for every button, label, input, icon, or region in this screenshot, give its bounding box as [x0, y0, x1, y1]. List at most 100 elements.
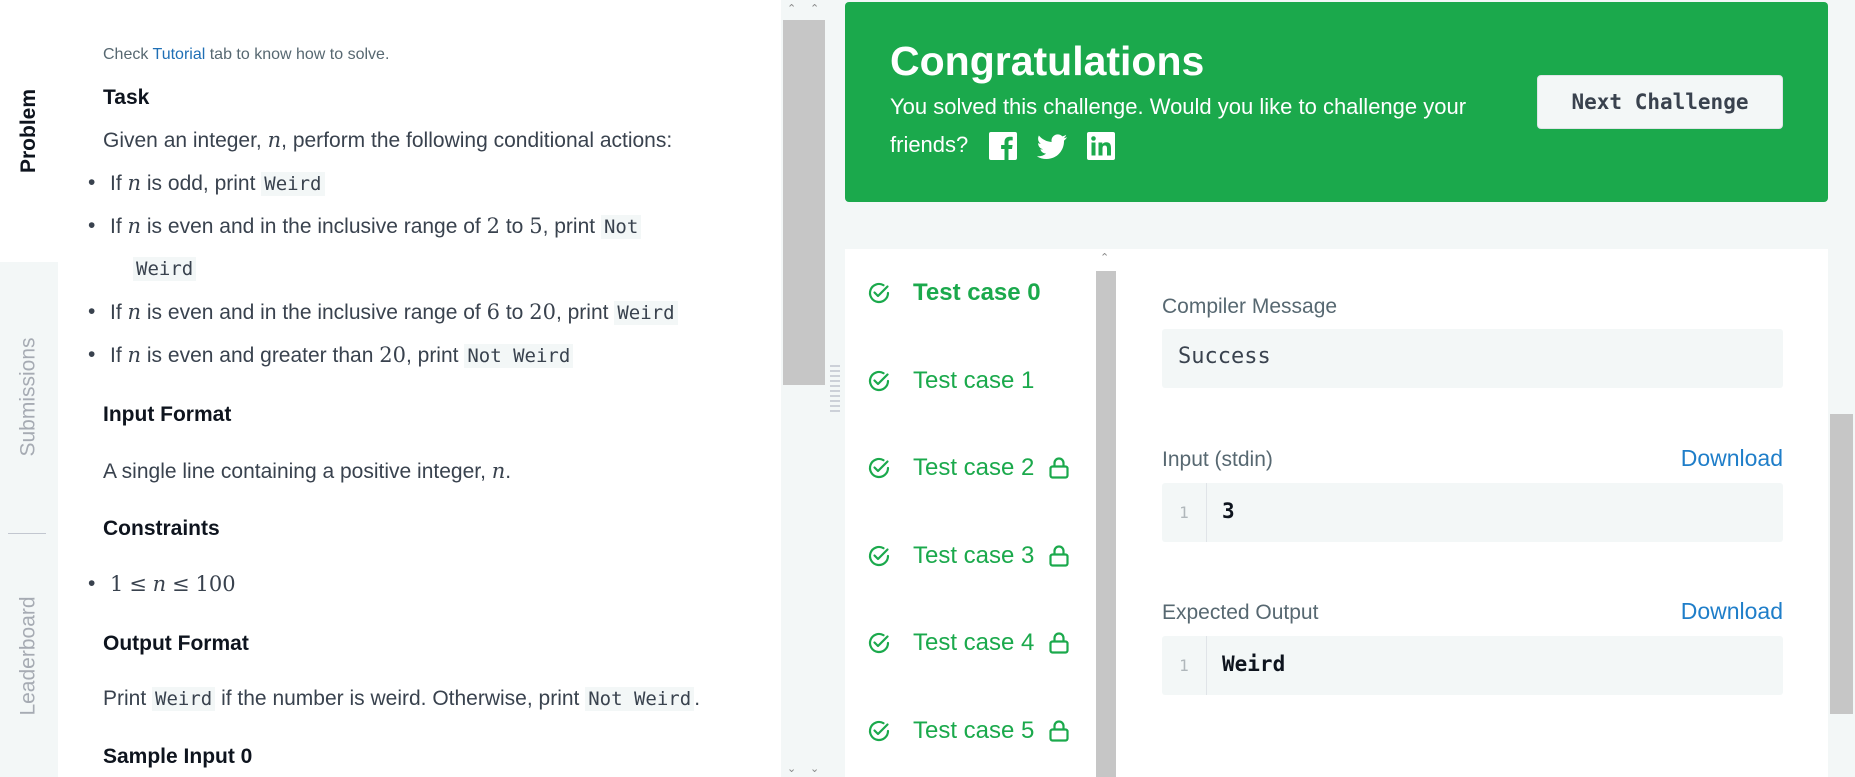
- tutorial-link[interactable]: Tutorial: [153, 46, 206, 63]
- sample-input-heading: Sample Input 0: [103, 745, 253, 768]
- tab-leaderboard[interactable]: Leaderboard: [0, 534, 58, 777]
- cond-text: If: [110, 301, 122, 324]
- cond-code: Not: [600, 215, 642, 239]
- output-code: Not Weird: [585, 687, 695, 711]
- cond-text: is odd, print: [146, 172, 256, 195]
- task-intro-text-b: , perform the following conditional acti…: [281, 129, 673, 152]
- task-intro: Given an integer, n, perform the followi…: [103, 128, 672, 153]
- check-circle-icon: [868, 632, 890, 654]
- test-result-details: Compiler Message Success Input (stdin) D…: [1117, 249, 1828, 777]
- test-case-item[interactable]: Test case 3: [867, 536, 1070, 576]
- compiler-message-label: Compiler Message: [1162, 295, 1338, 318]
- cond-num: 6: [486, 300, 500, 324]
- test-case-item[interactable]: Test case 5: [867, 711, 1070, 751]
- tab-problem[interactable]: Problem: [0, 0, 58, 262]
- cond-code: Weird: [614, 301, 678, 325]
- cond-text: If: [110, 215, 122, 238]
- check-circle-icon: [868, 370, 890, 392]
- condition-item: If n is even and greater than 20, print …: [88, 343, 574, 368]
- test-case-scrollbar[interactable]: ⌃: [1095, 249, 1117, 777]
- cond-text: is even and in the inclusive range of: [146, 301, 481, 324]
- output-format-text: Print Weird if the number is weird. Othe…: [103, 687, 701, 711]
- input-format-heading: Input Format: [103, 403, 232, 426]
- scroll-up-icon[interactable]: ⌃: [1100, 251, 1109, 264]
- cond-var: n: [127, 343, 142, 367]
- cond-code: Not Weird: [464, 344, 574, 368]
- output-format-heading: Output Format: [103, 632, 249, 655]
- cond-text: If: [110, 172, 122, 195]
- scroll-up-icon[interactable]: ⌃: [787, 2, 796, 15]
- banner-message: You solved this challenge. Would you lik…: [890, 88, 1500, 164]
- constraint-le: ≤: [172, 572, 190, 596]
- cond-var: n: [127, 300, 142, 324]
- check-circle-icon: [868, 282, 890, 304]
- output-text: Print: [103, 687, 147, 710]
- scroll-down-icon[interactable]: ⌄: [787, 762, 796, 775]
- lock-icon: [1049, 720, 1070, 742]
- input-label: Input (stdin): [1162, 448, 1273, 471]
- condition-wrap: Weird: [133, 257, 197, 281]
- hint-prefix: Check: [103, 46, 149, 63]
- lock-icon: [1049, 545, 1070, 567]
- cond-text: is even and greater than: [146, 344, 374, 367]
- test-case-label: Test case 1: [913, 367, 1035, 394]
- tab-submissions-label: Submissions: [17, 337, 40, 457]
- linkedin-icon[interactable]: [1086, 131, 1116, 161]
- scroll-up-icon[interactable]: ⌃: [810, 2, 819, 15]
- cond-code: Weird: [261, 172, 325, 196]
- constraint-lo: 1: [110, 572, 124, 596]
- lock-icon: [1049, 632, 1070, 654]
- tab-submissions[interactable]: Submissions: [0, 262, 58, 532]
- expected-download-link[interactable]: Download: [1681, 598, 1783, 625]
- test-case-list: Test case 0 Test case 1 Test case 2 Test…: [845, 249, 1095, 777]
- twitter-icon[interactable]: [1036, 131, 1068, 161]
- constraint-hi: 100: [195, 572, 236, 596]
- banner-text: You solved this challenge. Would you lik…: [890, 94, 1467, 157]
- condition-item: If n is odd, print Weird: [88, 171, 325, 196]
- task-intro-var: n: [267, 128, 282, 152]
- splitter-grip-icon[interactable]: [830, 365, 840, 415]
- next-challenge-button[interactable]: Next Challenge: [1537, 75, 1783, 129]
- test-case-label: Test case 5: [913, 717, 1035, 744]
- test-case-item[interactable]: Test case 2: [867, 448, 1070, 488]
- line-number: 1: [1162, 483, 1207, 542]
- hint-suffix: tab to know how to solve.: [209, 46, 390, 63]
- facebook-icon[interactable]: [988, 131, 1018, 161]
- input-text: A single line containing a positive inte…: [103, 460, 486, 483]
- expected-output-box: 1 Weird: [1162, 636, 1783, 695]
- test-case-label: Test case 3: [913, 542, 1035, 569]
- cond-num: 5: [529, 214, 543, 238]
- test-case-item[interactable]: Test case 4: [867, 623, 1070, 663]
- test-case-scroll-thumb[interactable]: [1096, 271, 1116, 777]
- cond-text: to: [505, 215, 524, 238]
- output-code: Weird: [152, 687, 216, 711]
- cond-text: is even and in the inclusive range of: [146, 215, 481, 238]
- expected-output-value: Weird: [1222, 652, 1286, 676]
- task-heading: Task: [103, 86, 150, 109]
- tutorial-hint: Check Tutorial tab to know how to solve.: [103, 46, 389, 64]
- scroll-down-icon[interactable]: ⌄: [810, 762, 819, 775]
- check-circle-icon: [868, 720, 890, 742]
- input-download-link[interactable]: Download: [1681, 445, 1783, 472]
- cond-var: n: [127, 171, 142, 195]
- output-text: if the number is weird. Otherwise, print: [221, 687, 580, 710]
- test-case-label: Test case 2: [913, 454, 1035, 481]
- problem-scroll-thumb[interactable]: [783, 20, 825, 385]
- problem-pane: Check Tutorial tab to know how to solve.…: [58, 0, 781, 777]
- compiler-message-value: Success: [1178, 344, 1271, 369]
- constraint-var: n: [152, 572, 167, 596]
- test-case-item[interactable]: Test case 0: [867, 273, 1041, 313]
- test-case-item[interactable]: Test case 1: [867, 361, 1034, 401]
- cond-text: , print: [542, 215, 596, 238]
- condition-item: If n is even and in the inclusive range …: [88, 300, 678, 325]
- details-scrollbar[interactable]: [1828, 249, 1855, 777]
- app-root: Problem Submissions Leaderboard Check Tu…: [0, 0, 1855, 777]
- details-scroll-thumb[interactable]: [1830, 414, 1853, 714]
- constraints-heading: Constraints: [103, 517, 220, 540]
- constraint-item: 1 ≤ n ≤ 100: [88, 572, 236, 597]
- constraint-le: ≤: [129, 572, 147, 596]
- input-value: 3: [1222, 499, 1235, 523]
- cond-var: n: [127, 214, 142, 238]
- input-var: n: [491, 459, 506, 483]
- line-number: 1: [1162, 636, 1207, 695]
